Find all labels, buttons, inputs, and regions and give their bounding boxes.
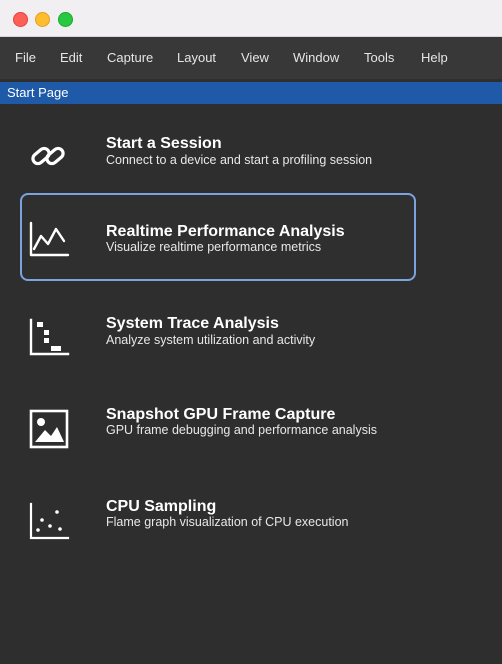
entry-description: Analyze system utilization and activity: [106, 333, 316, 347]
start-page-content: Start a Session Connect to a device and …: [0, 104, 502, 664]
menu-view[interactable]: View: [241, 50, 269, 65]
image-icon: [28, 408, 70, 450]
menu-file[interactable]: File: [15, 50, 36, 65]
entry-description: Connect to a device and start a profilin…: [106, 153, 373, 167]
entry-title: CPU Sampling: [106, 498, 217, 515]
entry-description: Flame graph visualization of CPU executi…: [106, 515, 349, 529]
entry-title: Start a Session: [106, 135, 222, 152]
start-session-entry[interactable]: Start a Session Connect to a device and …: [20, 108, 416, 196]
entry-description: GPU frame debugging and performance anal…: [106, 423, 377, 437]
tab-start-page[interactable]: Start Page: [7, 85, 68, 100]
close-window-button[interactable]: [13, 12, 28, 27]
tab-strip: Start Page: [0, 82, 502, 104]
system-trace-entry[interactable]: System Trace Analysis Analyze system uti…: [20, 290, 416, 378]
minimize-window-button[interactable]: [35, 12, 50, 27]
trace-icon: [28, 316, 70, 358]
entry-title: System Trace Analysis: [106, 315, 279, 332]
realtime-performance-entry[interactable]: Realtime Performance Analysis Visualize …: [20, 193, 416, 281]
menu-capture[interactable]: Capture: [107, 50, 153, 65]
menu-help[interactable]: Help: [421, 50, 448, 65]
gpu-frame-capture-entry[interactable]: Snapshot GPU Frame Capture GPU frame deb…: [20, 382, 416, 470]
line-chart-icon: [28, 219, 70, 261]
menu-bar: File Edit Capture Layout View Window Too…: [0, 37, 502, 79]
entry-description: Visualize realtime performance metrics: [106, 240, 322, 254]
entry-title: Snapshot GPU Frame Capture: [106, 406, 336, 423]
menu-edit[interactable]: Edit: [60, 50, 82, 65]
cpu-sampling-entry[interactable]: CPU Sampling Flame graph visualization o…: [20, 474, 416, 562]
link-icon: [28, 135, 70, 177]
title-bar: [0, 0, 502, 37]
app-window: File Edit Capture Layout View Window Too…: [0, 0, 502, 664]
entry-title: Realtime Performance Analysis: [106, 223, 345, 240]
menu-window[interactable]: Window: [293, 50, 339, 65]
menu-layout[interactable]: Layout: [177, 50, 216, 65]
scatter-icon: [28, 500, 70, 542]
menu-tools[interactable]: Tools: [364, 50, 394, 65]
maximize-window-button[interactable]: [58, 12, 73, 27]
